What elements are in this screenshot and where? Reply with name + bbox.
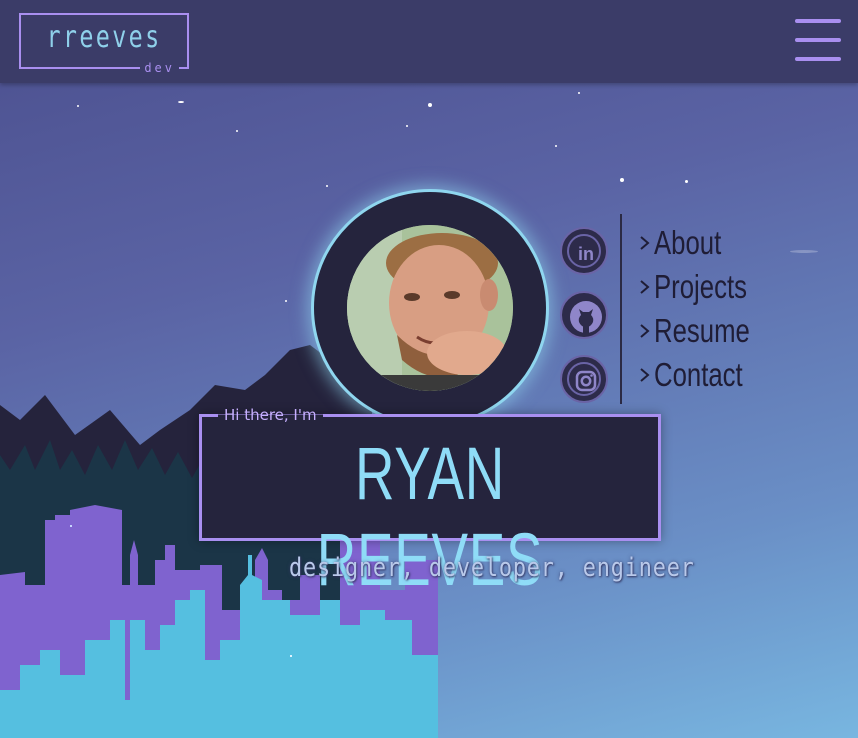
chevron-right-icon (640, 324, 650, 338)
instagram-icon (575, 370, 597, 392)
site-header: rreeves dev (0, 0, 858, 83)
svg-text:in: in (578, 244, 594, 264)
profile-avatar-frame (311, 189, 549, 427)
hero-tagline: designer, developer, engineer (289, 553, 695, 583)
hero-name-card: Hi there, I'm RYAN REEVES (199, 405, 661, 601)
site-logo[interactable]: rreeves dev (19, 13, 189, 76)
linkedin-link[interactable]: in (560, 227, 608, 275)
chevron-right-icon (640, 236, 650, 250)
nav-label-contact: Contact (654, 356, 743, 393)
github-icon (570, 301, 602, 334)
nav-divider (620, 214, 622, 404)
logo-wordmark: rreeves (46, 20, 162, 55)
profile-photo-illustration (347, 225, 513, 391)
nav-label-about: About (654, 224, 722, 261)
logo-subtitle: dev (140, 60, 179, 76)
github-link[interactable] (560, 291, 608, 339)
nav-label-projects: Projects (654, 268, 747, 305)
instagram-link[interactable] (560, 355, 608, 403)
chevron-right-icon (640, 280, 650, 294)
nav-label-resume: Resume (654, 312, 750, 349)
chevron-right-icon (640, 368, 650, 382)
profile-photo (347, 225, 513, 391)
hero-greeting: Hi there, I'm (218, 405, 323, 425)
linkedin-icon: in (578, 244, 594, 264)
hamburger-menu-icon[interactable] (795, 19, 841, 63)
